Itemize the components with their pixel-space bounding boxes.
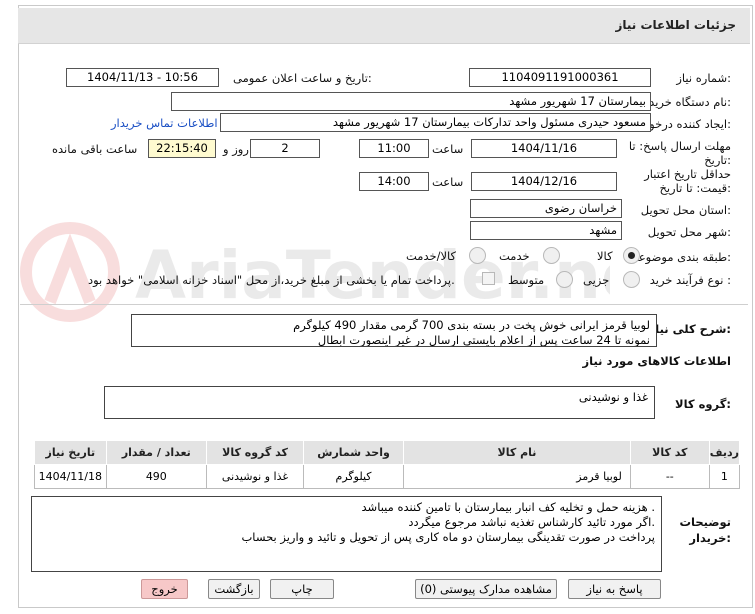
process-option-minor: جزیی <box>583 273 610 287</box>
deadline-time-label: ساعت <box>432 142 464 156</box>
goods-section-title: اطلاعات کالاهای مورد نیاز <box>582 354 731 368</box>
goods-table: تاریخ نیاز تعداد / مقدار کد گروه کالا وا… <box>34 440 741 489</box>
title-bar: جزئیات اطلاعات نیاز <box>18 8 750 44</box>
validity-time-field: 14:00 <box>359 172 429 191</box>
contact-info-link[interactable]: اطلاعات تماس خریدار <box>111 116 218 130</box>
print-button[interactable]: چاپ <box>270 579 334 599</box>
validity-time-label: ساعت <box>432 175 464 189</box>
announce-field: 1404/11/13 - 10:56 <box>66 68 219 87</box>
category-option-service: خدمت <box>499 249 530 263</box>
description-textarea[interactable]: لوبیا قرمز ایرانی خوش پخت در بسته بندی 7… <box>131 314 657 347</box>
cell-group-code: غذا و نوشیدنی <box>206 464 305 489</box>
cell-quantity: 490 <box>105 464 208 489</box>
category-radio-service[interactable] <box>543 247 560 264</box>
province-field: خراسان رضوی <box>470 199 622 218</box>
buyer-org-field: بیمارستان 17 شهریور مشهد <box>171 92 651 111</box>
buyer-org-label: نام دستگاه خریدار: <box>640 95 731 109</box>
validity-date-field: 1404/12/16 <box>471 172 617 191</box>
deadline-date-field: 1404/11/16 <box>471 139 617 158</box>
category-label: طبقه بندی موضوعی: <box>629 250 731 264</box>
col-group-code: کد گروه کالا <box>206 440 305 465</box>
validity-label-1: حداقل تاریخ اعتبار <box>644 167 731 181</box>
cell-unit: کیلوگرم <box>303 464 405 489</box>
deadline-label-2: تاریخ: <box>704 153 731 167</box>
attachments-button[interactable]: مشاهده مدارک پیوستی (0) <box>415 579 557 599</box>
category-option-goods: کالا <box>597 249 613 263</box>
process-option-medium: متوسط <box>508 273 545 287</box>
treasury-checkbox[interactable] <box>482 272 495 285</box>
buyer-notes-label-1: توضیحات <box>679 515 732 529</box>
days-label: روز و <box>223 142 249 156</box>
col-need-date: تاریخ نیاز <box>34 440 107 465</box>
description-label: شرح کلی نیاز: <box>648 322 731 336</box>
table-row[interactable]: 1404/11/18 490 غذا و نوشیدنی کیلوگرم لوب… <box>34 464 741 489</box>
col-quantity: تعداد / مقدار <box>105 440 208 465</box>
cell-item-code: -- <box>629 464 710 489</box>
province-label: استان محل تحویل: <box>640 203 731 217</box>
back-button[interactable]: بازگشت <box>208 579 260 599</box>
creator-field: مسعود حیدری مسئول واحد تدارکات بیمارستان… <box>220 113 651 132</box>
city-field: مشهد <box>470 221 622 240</box>
deadline-label-1: مهلت ارسال پاسخ: تا <box>628 139 731 153</box>
category-radio-goods[interactable] <box>623 247 640 264</box>
need-number-label: شماره نیاز: <box>676 71 731 85</box>
divider <box>20 304 748 305</box>
remaining-label: ساعت باقی مانده <box>52 142 138 156</box>
category-option-goods-service: کالا/خدمت <box>406 249 457 263</box>
remaining-time-field: 22:15:40 <box>148 139 216 158</box>
buyer-notes-textarea[interactable]: هزینه حمل و تخلیه کف انبار بیمارستان با … <box>31 496 662 572</box>
exit-button[interactable]: خروج <box>141 579 188 599</box>
goods-group-field: غذا و نوشیدنی <box>104 386 655 419</box>
process-label: نوع فرآیند خرید : <box>649 273 731 287</box>
need-number-field: 1104091191000361 <box>469 68 651 87</box>
cell-need-date: 1404/11/18 <box>34 464 107 489</box>
col-item-name: نام کالا <box>403 440 631 465</box>
table-header-row: تاریخ نیاز تعداد / مقدار کد گروه کالا وا… <box>34 440 741 465</box>
process-radio-minor[interactable] <box>623 271 640 288</box>
goods-group-label: گروه کالا: <box>675 397 731 411</box>
col-unit: واحد شمارش <box>303 440 405 465</box>
page-title: جزئیات اطلاعات نیاز <box>615 18 736 32</box>
buyer-notes-label-2: خریدار: <box>689 531 731 545</box>
validity-label-2: قیمت: تا تاریخ: <box>659 181 731 195</box>
deadline-time-field: 11:00 <box>359 139 429 158</box>
category-radio-goods-service[interactable] <box>469 247 486 264</box>
payment-note: پرداخت تمام یا بخشی از مبلغ خرید،از محل … <box>88 273 455 287</box>
city-label: شهر محل تحویل: <box>647 225 731 239</box>
cell-row: 1 <box>708 464 741 489</box>
process-radio-medium[interactable] <box>556 271 573 288</box>
col-item-code: کد کالا <box>629 440 710 465</box>
announce-label: تاریخ و ساعت اعلان عمومی: <box>233 71 372 85</box>
cell-item-name: لوبیا قرمز <box>403 464 631 489</box>
days-field: 2 <box>250 139 320 158</box>
col-row: ردیف <box>708 440 741 465</box>
reply-button[interactable]: پاسخ به نیاز <box>568 579 661 599</box>
